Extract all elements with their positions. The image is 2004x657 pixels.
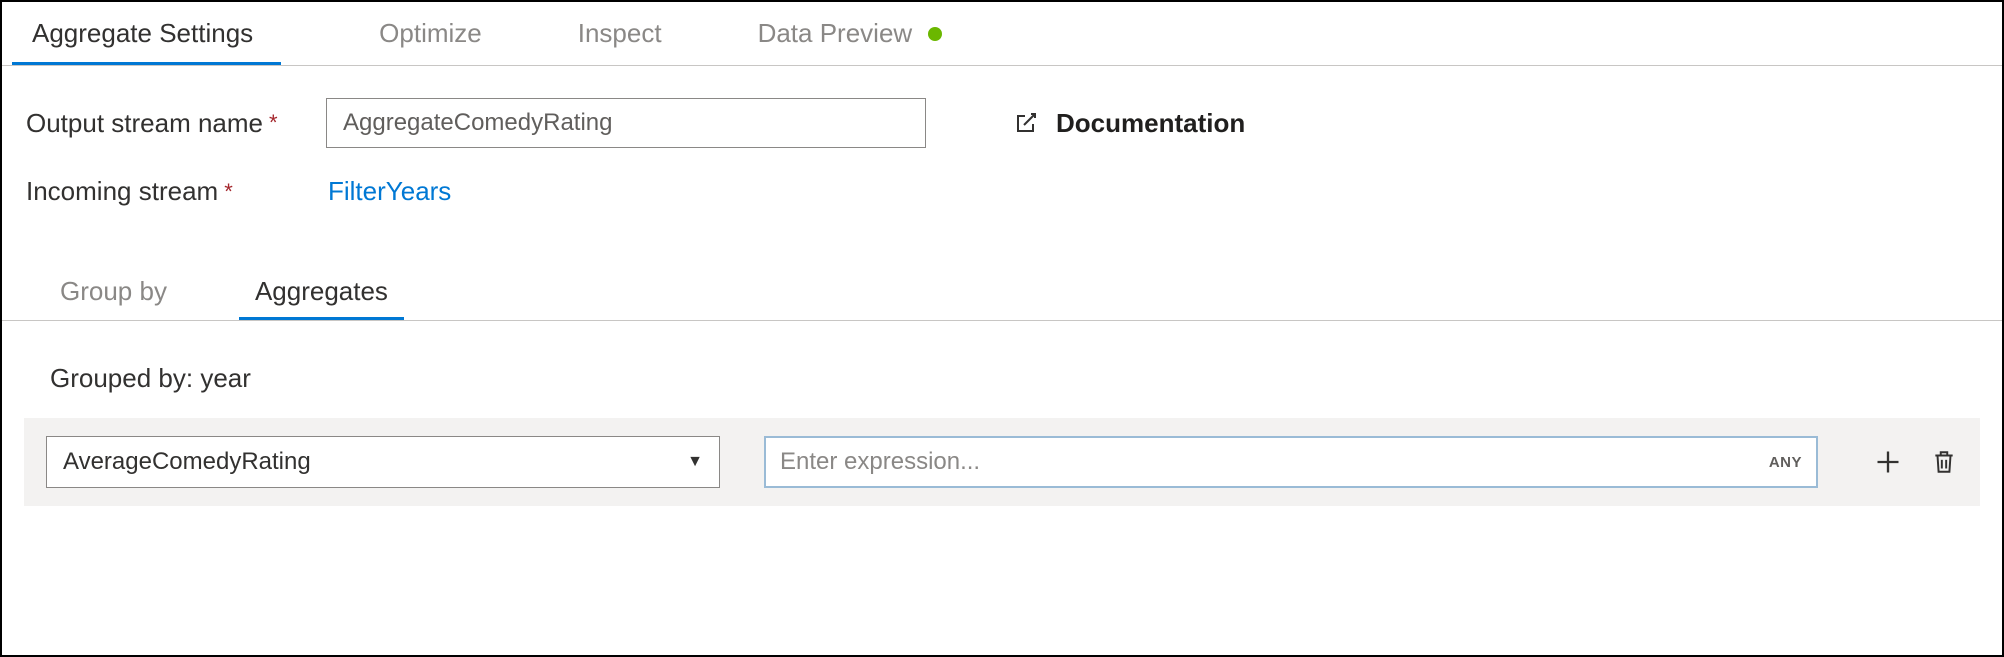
open-external-icon (1014, 111, 1038, 135)
tab-label: Inspect (578, 18, 662, 49)
required-star-icon: * (269, 110, 278, 136)
required-star-icon: * (224, 179, 233, 205)
dropdown-value: AverageComedyRating (63, 448, 311, 476)
tab-label: Data Preview (758, 18, 913, 49)
top-tab-bar: Aggregate Settings Optimize Inspect Data… (2, 2, 2002, 66)
type-badge: ANY (1769, 454, 1802, 471)
subtab-group-by[interactable]: Group by (28, 263, 199, 320)
documentation-link[interactable]: Documentation (1014, 108, 1245, 139)
subtab-label: Group by (60, 276, 167, 307)
output-stream-label: Output stream name * (26, 108, 326, 139)
status-indicator-icon (928, 27, 942, 41)
delete-row-button[interactable] (1930, 448, 1958, 476)
subtab-label: Aggregates (255, 276, 388, 307)
tab-data-preview[interactable]: Data Preview (730, 2, 971, 65)
aggregate-settings-panel: Aggregate Settings Optimize Inspect Data… (0, 0, 2004, 657)
incoming-stream-row: Incoming stream * FilterYears (26, 176, 1978, 207)
output-stream-row: Output stream name * Documentation (26, 98, 1978, 148)
chevron-down-icon: ▼ (687, 453, 703, 471)
expression-input[interactable]: Enter expression... ANY (764, 436, 1818, 488)
aggregate-row: AverageComedyRating ▼ Enter expression..… (24, 418, 1980, 506)
tab-aggregate-settings[interactable]: Aggregate Settings (12, 2, 281, 65)
tab-inspect[interactable]: Inspect (550, 2, 690, 65)
incoming-stream-value[interactable]: FilterYears (326, 176, 451, 207)
subtab-aggregates[interactable]: Aggregates (223, 263, 420, 320)
settings-form: Output stream name * Documentation Incom… (2, 66, 2002, 255)
column-name-dropdown[interactable]: AverageComedyRating ▼ (46, 436, 720, 488)
add-row-button[interactable] (1874, 448, 1902, 476)
row-actions (1862, 448, 1958, 476)
label-text: Output stream name (26, 108, 263, 139)
tab-label: Optimize (379, 18, 482, 49)
output-stream-input[interactable] (326, 98, 926, 148)
expression-placeholder: Enter expression... (780, 448, 980, 476)
tab-optimize[interactable]: Optimize (351, 2, 510, 65)
sub-tab-bar: Group by Aggregates (2, 263, 2002, 321)
grouped-by-summary: Grouped by: year (2, 321, 2002, 418)
documentation-label: Documentation (1056, 108, 1245, 139)
incoming-stream-label: Incoming stream * (26, 176, 326, 207)
label-text: Incoming stream (26, 176, 218, 207)
tab-label: Aggregate Settings (32, 18, 253, 49)
